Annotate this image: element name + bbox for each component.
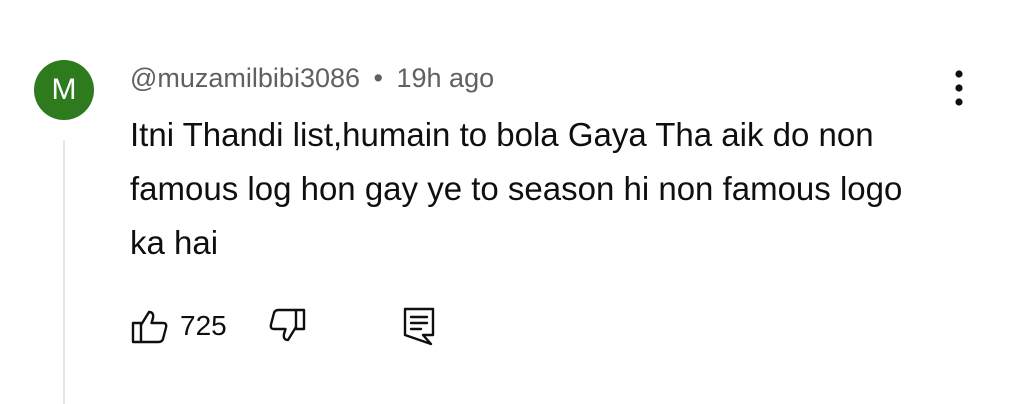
dislike-button[interactable] xyxy=(267,306,307,346)
comment-card: M @muzamilbibi3086 • 19h ago Itni Thandi… xyxy=(0,0,1024,404)
like-button[interactable]: 725 xyxy=(130,306,227,346)
reply-button[interactable] xyxy=(399,304,439,348)
author-handle[interactable]: @muzamilbibi3086 xyxy=(130,63,360,93)
avatar[interactable]: M xyxy=(34,60,94,120)
timestamp[interactable]: 19h ago xyxy=(397,63,495,93)
like-count: 725 xyxy=(180,310,227,341)
more-options-button[interactable] xyxy=(944,66,974,110)
thread-line xyxy=(63,140,65,404)
reply-comment-icon xyxy=(403,307,434,346)
comment-header: @muzamilbibi3086 • 19h ago xyxy=(130,60,494,96)
thumbs-down-icon xyxy=(269,308,305,342)
thumbs-up-icon xyxy=(131,310,168,344)
comment-actions: 725 xyxy=(130,298,439,354)
comment-text: Itni Thandi list,humain to bola Gaya Tha… xyxy=(130,116,903,261)
more-vert-icon xyxy=(955,70,963,106)
meta-separator: • xyxy=(373,63,383,93)
